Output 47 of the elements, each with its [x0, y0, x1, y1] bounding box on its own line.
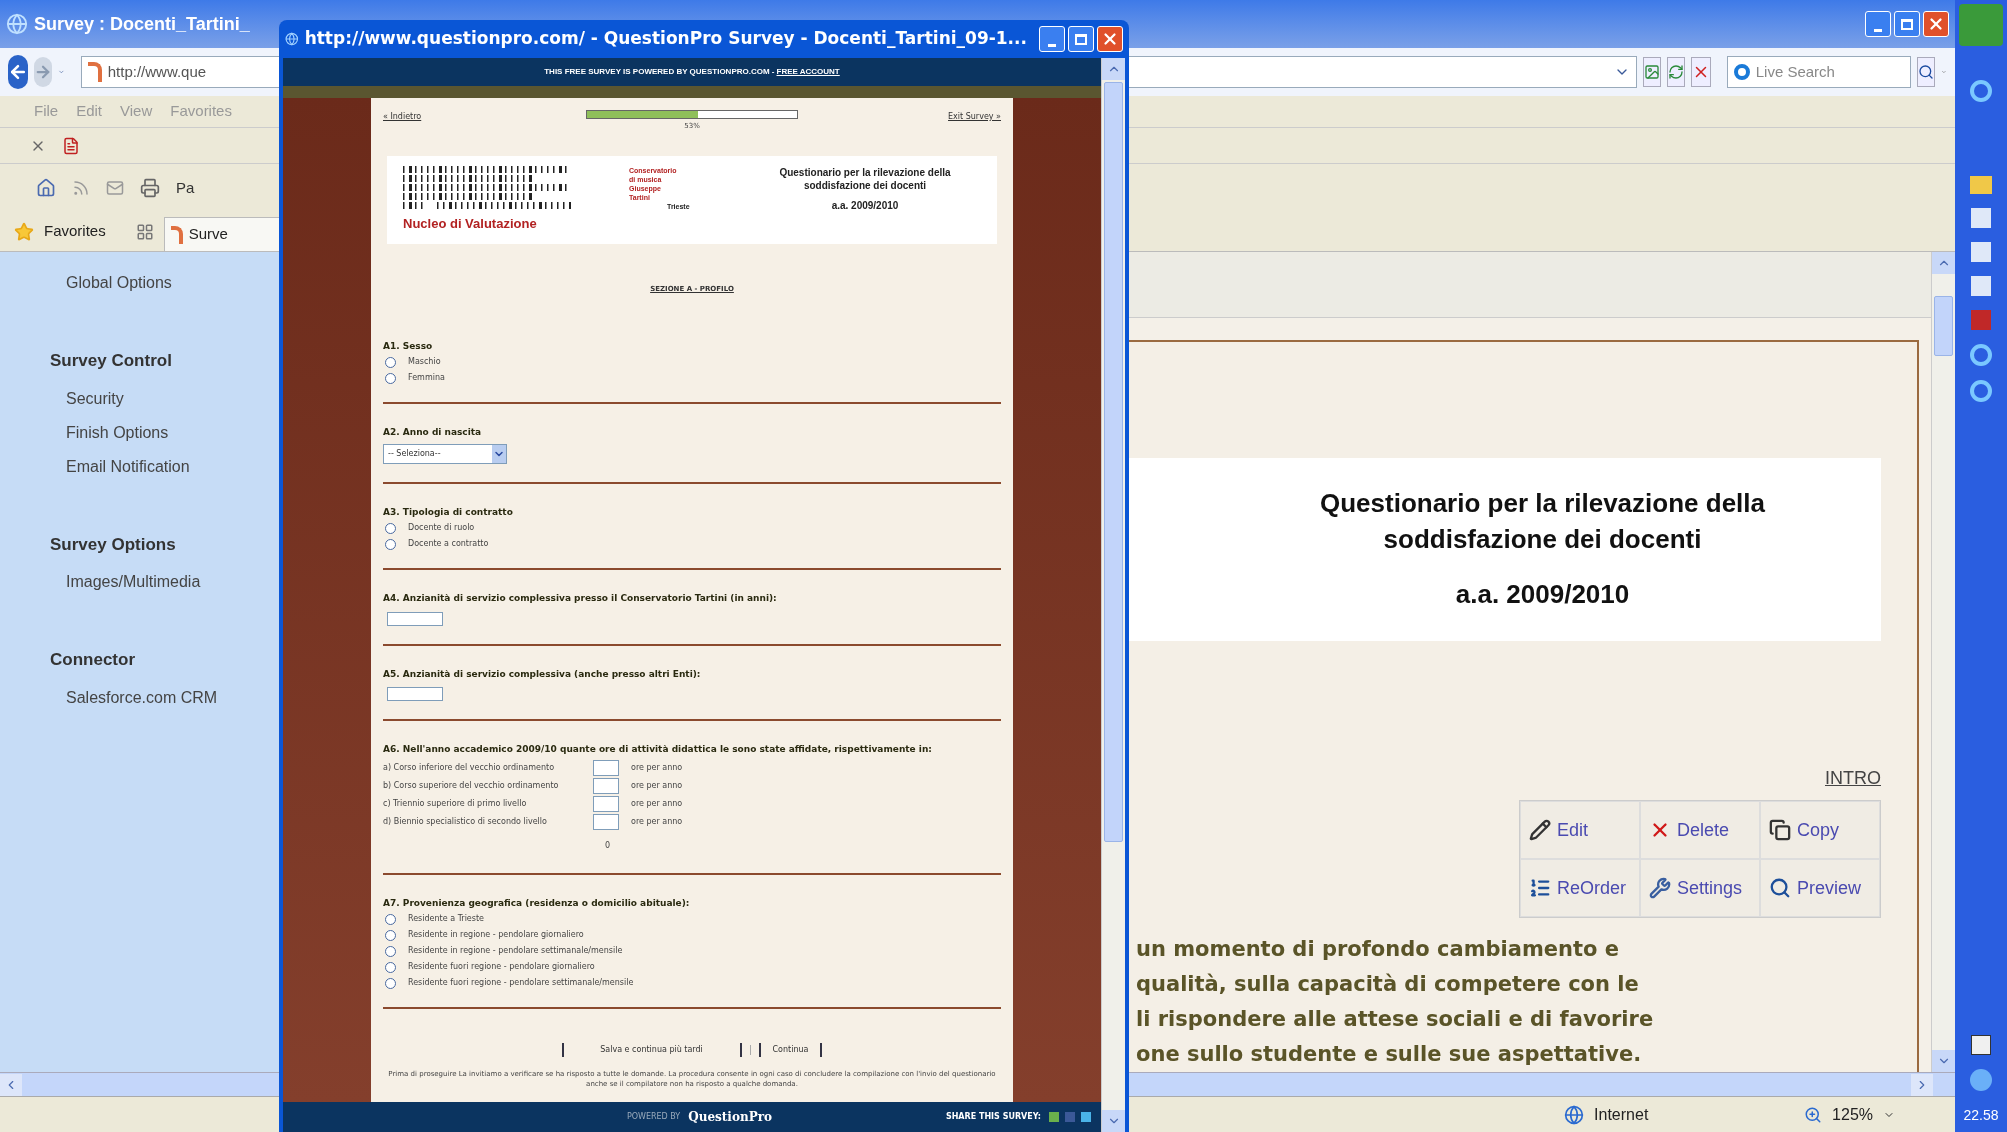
row-label: b) Corso superiore del vecchio ordinamento [383, 779, 560, 792]
option-label: Femmina [408, 372, 445, 384]
brand-name: QuestionPro [688, 1109, 772, 1126]
option-label: Residente fuori regione - pendolare settimanale/mensile [408, 977, 634, 989]
title-line: soddisfazione dei docenti [1383, 523, 1702, 556]
unit-label: ore per anno [630, 761, 684, 774]
share-label: SHARE THIS SURVEY: [945, 1111, 1041, 1123]
unit-label: ore per anno [630, 779, 684, 792]
option-label: Residente fuori regione - pendolare giornaliero [408, 961, 595, 973]
question-label: A1. Sesso [383, 339, 434, 353]
unit-label: ore per anno [630, 797, 684, 810]
option-label: Maschio [408, 356, 441, 368]
question-label: A5. Anzianità di servizio complessiva (anche presso altri Enti): [383, 667, 702, 681]
survey-title-line: soddisfazione dei docenti [803, 178, 927, 192]
option-label: Residente a Trieste [408, 913, 484, 925]
sidebar-heading: Survey Options [50, 533, 177, 556]
banner-text: THIS FREE SURVEY IS POWERED BY QUESTIONPRO.COM - [544, 66, 775, 78]
powered-by-label: POWERED BY [626, 1111, 681, 1123]
paragraph-line: li rispondere alle attese sociali e di favorire [1136, 1006, 1655, 1033]
clock-label: 22.58 [1963, 1106, 1999, 1125]
year-label: a.a. 2009/2010 [1455, 578, 1630, 611]
question-label: A3. Tipologia di contratto [383, 505, 514, 519]
total-value: 0 [605, 840, 611, 850]
survey-title-line: Questionario per la rilevazione della [779, 165, 951, 179]
unit-label: ore per anno [630, 815, 684, 828]
question-label: A7. Provenienza geografica (residenza o domicilio abituale): [383, 896, 691, 910]
option-label: Docente a contratto [408, 538, 489, 550]
paragraph-line: un momento di profondo cambiamento e [1136, 936, 1620, 963]
paragraph-line: qualità, sulla capacità di competere con le [1136, 971, 1640, 998]
unit-name: Nucleo di Valutazione [403, 214, 538, 233]
zone-label: Internet [1594, 1104, 1650, 1125]
window-title: Survey : Docenti_Tartini_ [34, 12, 250, 36]
sidebar-heading: Connector [50, 649, 136, 671]
row-label: d) Biennio specialistico di secondo livello [383, 815, 548, 828]
question-label: A2. Anno di nascita [383, 426, 483, 439]
option-label: Residente in regione - pendolare settimanale/mensile [408, 945, 623, 957]
sidebar-heading: Survey Control [50, 350, 173, 372]
title-line: Questionario per la rilevazione della [1319, 487, 1765, 520]
option-label: Docente di ruolo [408, 522, 475, 534]
question-label: A4. Anzianità di servizio complessiva presso il Conservatorio Tartini (in anni): [383, 592, 778, 605]
window-title: http://www.questionpro.com/ - QuestionPro Survey - Docenti_Tartini_09-1... [304, 27, 1027, 51]
row-label: c) Triennio superiore di primo livello [383, 797, 528, 810]
survey-year: a.a. 2009/2010 [831, 198, 899, 213]
paragraph-line: one sullo studente e sulle sue aspettative. [1136, 1041, 1643, 1068]
row-label: a) Corso inferiore del vecchio ordinamento [383, 761, 556, 774]
question-label: A6. Nell'anno accademico 2009/10 quante ore di attività didattica le sono state affidate, rispettivamente in: [383, 743, 933, 756]
option-label: Residente in regione - pendolare giornaliero [408, 929, 584, 941]
